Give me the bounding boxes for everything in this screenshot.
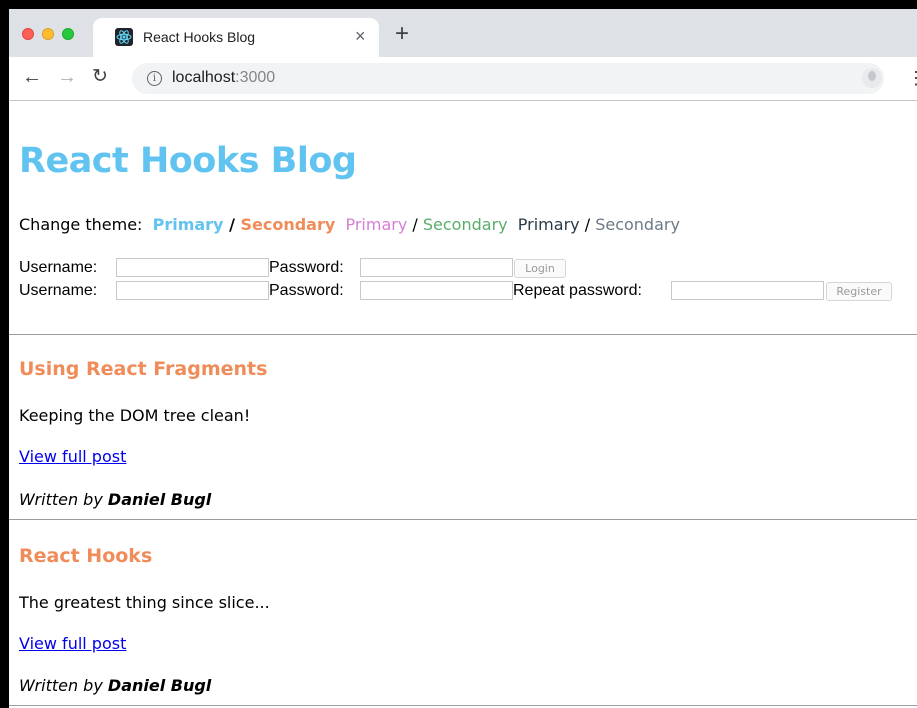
login-username-input[interactable] [116,258,269,277]
profile-icon[interactable] [862,68,882,88]
new-tab-button[interactable]: + [395,22,409,46]
tab-strip: React Hooks Blog × + [9,9,917,57]
tab-close-icon[interactable]: × [355,26,366,46]
author-name: Daniel Bugl [107,676,212,695]
post-author: Written by Daniel Bugl [19,490,211,509]
view-full-post-link[interactable]: View full post [19,447,126,466]
back-icon[interactable]: ← [22,66,42,88]
theme-separator: / [412,215,418,234]
theme-option-2[interactable]: Primary / Secondary [345,215,507,234]
login-password-input[interactable] [360,258,513,277]
view-full-post-link[interactable]: View full post [19,634,126,653]
register-password-label: Password: [269,282,344,299]
post-body: The greatest thing since slice... [19,593,270,612]
divider [9,334,917,335]
register-repeat-password-label: Repeat password: [513,282,642,299]
theme-option-1[interactable]: Primary / Secondary [153,215,336,234]
react-favicon-icon [115,28,133,46]
theme-primary-link[interactable]: Primary [345,215,407,234]
login-button[interactable]: Login [514,259,566,278]
theme-label: Change theme: [19,215,143,234]
register-username-label: Username: [19,282,98,299]
browser-window: React Hooks Blog × + ← → ↻ i localhost:3… [9,9,917,708]
reload-icon[interactable]: ↻ [92,66,108,88]
url-host: localhost [172,69,236,86]
post-title: React Hooks [19,545,153,567]
post-body: Keeping the DOM tree clean! [19,406,251,425]
register-password-input[interactable] [360,281,513,300]
divider [9,519,917,520]
theme-secondary-link[interactable]: Secondary [240,215,335,234]
theme-separator: / [229,215,235,234]
tab-title: React Hooks Blog [143,29,256,45]
menu-icon[interactable]: ⋮ [907,67,917,89]
theme-secondary-link[interactable]: Secondary [423,215,508,234]
login-password-label: Password: [269,259,344,276]
register-username-input[interactable] [116,281,269,300]
register-button[interactable]: Register [826,282,892,301]
browser-toolbar: ← → ↻ i localhost:3000 ☆ [9,57,917,101]
tab-react-hooks-blog[interactable]: React Hooks Blog × [93,18,379,57]
theme-primary-link[interactable]: Primary [518,215,580,234]
theme-separator: / [584,215,591,234]
divider [9,705,917,706]
close-window-button[interactable] [22,28,34,40]
theme-secondary-link[interactable]: Secondary [595,215,680,234]
theme-primary-link[interactable]: Primary [153,215,224,234]
address-bar[interactable]: i localhost:3000 ☆ [132,63,884,94]
page-content: React Hooks Blog Change theme: Primary /… [9,101,917,708]
register-repeat-password-input[interactable] [671,281,824,300]
url-text[interactable]: localhost:3000 [172,69,275,87]
post-author: Written by Daniel Bugl [19,676,211,695]
theme-option-3[interactable]: Primary / Secondary [518,215,680,234]
login-username-label: Username: [19,259,98,276]
author-name: Daniel Bugl [107,490,212,509]
post-title: Using React Fragments [19,358,268,380]
maximize-window-button[interactable] [62,28,74,40]
forward-icon[interactable]: → [57,66,77,88]
minimize-window-button[interactable] [42,28,54,40]
url-port: :3000 [235,69,276,86]
written-by-label: Written by [19,676,103,695]
info-icon[interactable]: i [147,71,162,86]
page-title: React Hooks Blog [19,141,357,181]
written-by-label: Written by [19,490,103,509]
theme-switcher: Change theme: Primary / Secondary Primar… [19,215,680,234]
